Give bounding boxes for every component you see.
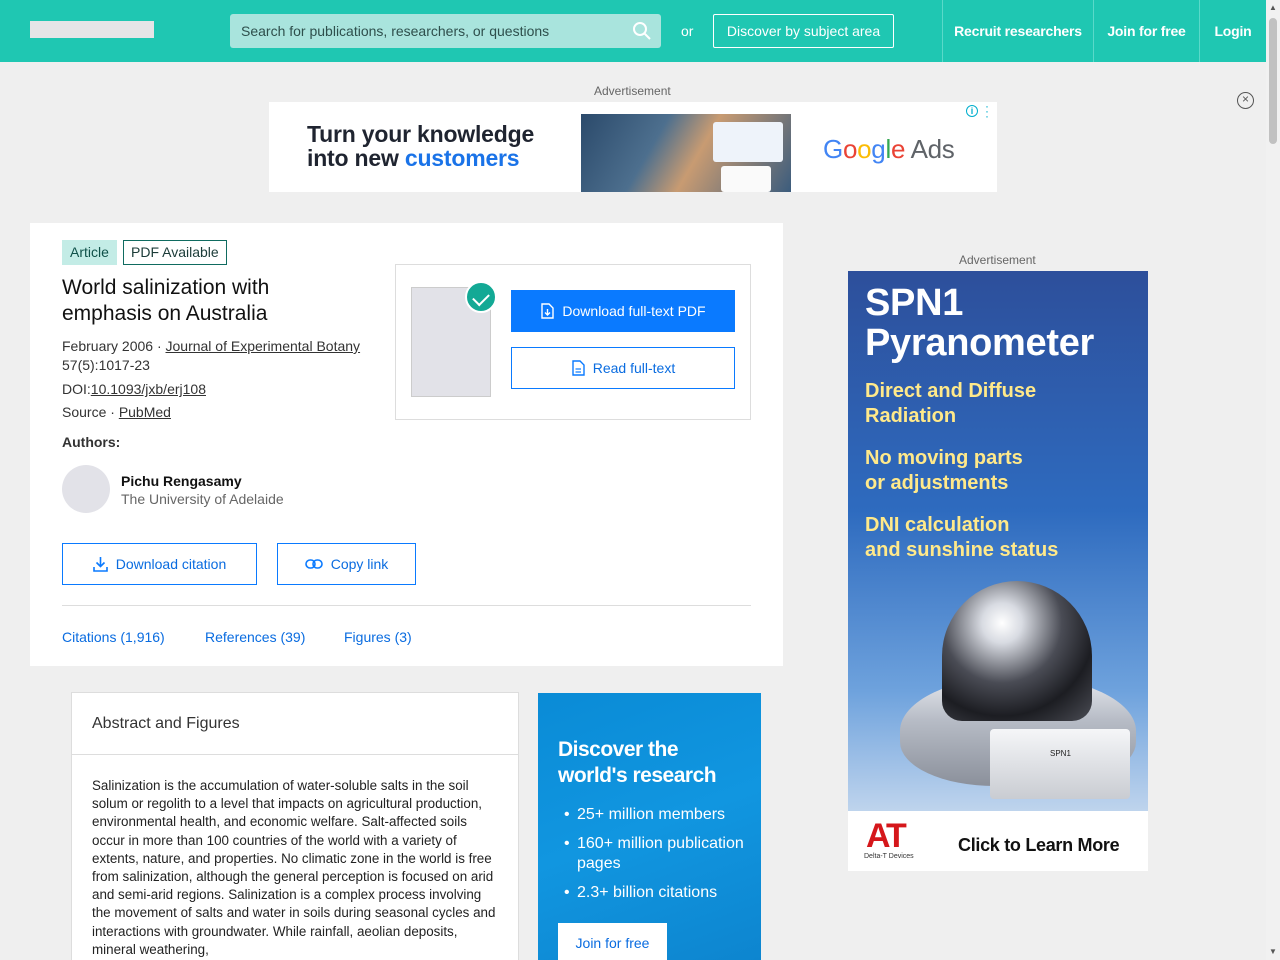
site-logo[interactable] <box>30 21 154 38</box>
list-item: 25+ million members <box>564 805 744 825</box>
google-ads-logo: Google Ads <box>823 134 955 164</box>
delta-t-logo: AT <box>866 817 907 855</box>
close-icon[interactable]: × <box>1237 92 1254 109</box>
top-banner-ad[interactable]: Turn your knowledge into new customers G… <box>269 102 997 192</box>
ad-title: SPN1 Pyranometer <box>865 282 1095 364</box>
ad-headline: Turn your knowledge into new customers <box>307 121 535 171</box>
ad-info-icon[interactable]: i <box>966 105 978 117</box>
delta-t-label: Delta-T Devices <box>864 853 914 860</box>
join-for-free-link[interactable]: Join for free <box>1093 0 1199 62</box>
volume-info: 57(5):1017-23 <box>62 357 150 373</box>
tab-references[interactable]: References (39) <box>205 629 305 645</box>
login-link[interactable]: Login <box>1199 0 1266 62</box>
author-avatar[interactable] <box>62 465 110 513</box>
ad-label-side: Advertisement <box>959 253 1036 267</box>
join-promo-card: Discover the world's research 25+ millio… <box>538 693 761 960</box>
list-item: 2.3+ billion citations <box>564 883 744 903</box>
ad-screen-graphic <box>713 122 783 162</box>
tab-citations[interactable]: Citations (1,916) <box>62 629 165 645</box>
article-card: Article PDF Available World salinization… <box>30 223 783 666</box>
check-icon <box>465 281 497 313</box>
learn-more-button[interactable]: Click to Learn More <box>958 835 1120 856</box>
abstract-heading: Abstract and Figures <box>92 715 240 732</box>
ad-point: No moving parts or adjustments <box>865 447 1023 494</box>
download-pdf-button[interactable]: Download full-text PDF <box>511 290 735 332</box>
join-for-free-button[interactable]: Join for free <box>558 923 667 960</box>
download-icon <box>92 557 108 572</box>
ad-footer: AT Delta-T Devices Click to Learn More <box>848 811 1148 871</box>
document-icon <box>572 360 585 376</box>
link-icon <box>304 559 323 569</box>
tab-figures[interactable]: Figures (3) <box>344 629 412 645</box>
side-banner-ad[interactable]: SPN1 Pyranometer Direct and Diffuse Radiat… <box>848 271 1148 871</box>
list-item: 160+ million publication pages <box>564 834 744 874</box>
journal-link[interactable]: Journal of Experimental Botany <box>166 338 361 354</box>
section-divider <box>62 605 751 606</box>
search-input[interactable] <box>230 14 661 48</box>
scroll-up-icon[interactable]: ▲ <box>1269 3 1277 13</box>
recruit-researchers-link[interactable]: Recruit researchers <box>942 0 1093 62</box>
article-type-badge: Article <box>62 240 117 265</box>
ad-point: Direct and Diffuse Radiation <box>865 380 1037 427</box>
fulltext-panel: Download full-text PDF Read full-text <box>395 264 751 420</box>
abstract-divider <box>72 754 518 755</box>
read-fulltext-button[interactable]: Read full-text <box>511 347 735 389</box>
author-name[interactable]: Pichu Rengasamy <box>121 473 242 489</box>
promo-title: Discover the world's research <box>558 738 717 787</box>
scroll-down-icon[interactable]: ▼ <box>1269 947 1277 957</box>
source-info: Source · PubMed <box>62 404 171 420</box>
scrollbar-thumb[interactable] <box>1269 18 1277 144</box>
ad-photo <box>581 114 791 192</box>
vertical-scrollbar[interactable]: ▲ ▼ <box>1266 0 1280 960</box>
download-file-icon <box>541 303 555 319</box>
doi-info: DOI:10.1093/jxb/erj108 <box>62 381 206 397</box>
search-bar <box>230 14 661 48</box>
ad-menu-icon[interactable]: · · · <box>984 102 990 122</box>
top-header: or Discover by subject area Recruit rese… <box>0 0 1266 62</box>
copy-link-button[interactable]: Copy link <box>277 543 416 585</box>
search-icon[interactable] <box>632 21 652 41</box>
article-title: World salinization with emphasis on Aust… <box>62 276 270 325</box>
abstract-text: Salinization is the accumulation of wate… <box>92 778 496 957</box>
pyranometer-image: SPN1 <box>900 581 1140 811</box>
publication-info: February 2006 · Journal of Experimental … <box>62 338 361 354</box>
discover-by-subject-button[interactable]: Discover by subject area <box>713 14 894 48</box>
promo-list: 25+ million members 160+ million publica… <box>564 805 744 912</box>
pdf-available-badge: PDF Available <box>123 240 227 265</box>
ad-screen-graphic <box>721 166 771 192</box>
abstract-panel: Abstract and Figures Salinization is the… <box>71 692 519 960</box>
pubmed-link[interactable]: PubMed <box>119 404 171 420</box>
doi-link[interactable]: 10.1093/jxb/erj108 <box>91 381 206 397</box>
author-affiliation: The University of Adelaide <box>121 491 284 507</box>
ad-point: DNI calculation and sunshine status <box>865 514 1059 561</box>
download-citation-button[interactable]: Download citation <box>62 543 257 585</box>
or-separator: or <box>681 23 694 39</box>
authors-label: Authors: <box>62 434 121 450</box>
ad-label-top: Advertisement <box>594 84 671 98</box>
